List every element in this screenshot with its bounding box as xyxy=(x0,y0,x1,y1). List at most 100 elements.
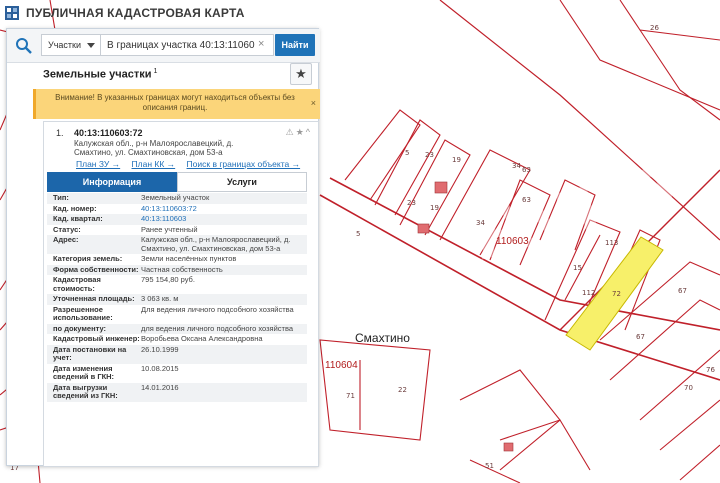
property-label: Уточненная площадь: xyxy=(53,294,135,303)
link-search-in-bounds[interactable]: Поиск в границах объекта → xyxy=(187,159,301,169)
place-label: Смахтино xyxy=(355,331,410,345)
result-links: План ЗУ → План КК → Поиск в границах объ… xyxy=(76,159,309,169)
search-scope-select[interactable]: Участки xyxy=(41,34,101,56)
link-plan-kk[interactable]: План КК → xyxy=(132,159,176,169)
property-label: Адрес: xyxy=(53,235,79,244)
property-value-link[interactable]: 40:13:110603:72 xyxy=(141,204,307,214)
property-label: Категория земель: xyxy=(53,254,123,263)
property-row: Кад. номер: 40:13:110603:72 xyxy=(47,204,307,215)
search-bar: Участки В границах участка 40:13:11060 ×… xyxy=(7,29,320,63)
block-label-110603: 110603 xyxy=(496,236,529,247)
property-value: Ранее учтенный xyxy=(141,224,198,234)
property-row: Категория земель: Земли населённых пункто… xyxy=(47,254,307,265)
property-value: 14.01.2016 xyxy=(141,382,179,392)
property-value-link[interactable]: 40:13:110603 xyxy=(141,214,307,224)
property-row: Статус: Ранее учтенный xyxy=(47,225,307,236)
property-label: Кадастровый инженер: xyxy=(53,334,140,343)
cadastral-number[interactable]: 40:13:110603:72 xyxy=(74,128,143,138)
svg-text:63: 63 xyxy=(522,166,531,174)
property-row: Кадастровый инженер: Воробьева Оксана Але… xyxy=(47,334,307,345)
svg-text:70: 70 xyxy=(684,384,693,392)
clear-icon[interactable]: × xyxy=(258,39,264,50)
card-tools-icons[interactable]: ⚠★^ xyxy=(286,127,312,138)
search-scope-value: Участки xyxy=(48,40,81,50)
property-value: Земли населённых пунктов xyxy=(141,254,237,263)
svg-text:34: 34 xyxy=(476,219,485,227)
tab-bar: Информация Услуги xyxy=(47,172,307,192)
svg-text:51: 51 xyxy=(485,462,494,470)
property-row: Кад. квартал: 40:13:110603 xyxy=(47,214,307,225)
block-label-110604: 110604 xyxy=(325,360,358,371)
svg-text:22: 22 xyxy=(398,386,407,394)
svg-text:113: 113 xyxy=(605,239,618,247)
property-value: 3 063 кв. м xyxy=(141,294,179,303)
tab-services[interactable]: Услуги xyxy=(177,172,307,192)
property-value: Для ведения личного подсобного хозяйства xyxy=(141,304,294,314)
properties-table: Тип: Земельный участок Кад. номер: 40:13:1… xyxy=(47,193,307,402)
property-value: 795 154,80 руб. xyxy=(141,275,195,284)
logo-icon xyxy=(5,6,19,20)
star-icon[interactable]: ★ xyxy=(290,63,312,85)
section-title: Земельные участки 1 xyxy=(43,68,157,81)
svg-text:5: 5 xyxy=(356,230,360,238)
svg-text:72: 72 xyxy=(612,290,621,298)
property-label: Тип: xyxy=(53,193,69,202)
svg-text:67: 67 xyxy=(636,333,645,341)
property-label: по документу: xyxy=(53,323,107,333)
svg-text:15: 15 xyxy=(573,264,582,272)
svg-text:23: 23 xyxy=(407,199,416,207)
property-value: Калужская обл., р-н Малоярославецкий, д.… xyxy=(141,235,291,253)
search-button[interactable]: Найти xyxy=(275,34,315,56)
property-row: Форма собственности: Частная собственност… xyxy=(47,264,307,275)
property-label: Кадастровая стоимость: xyxy=(53,275,101,293)
property-label: Статус: xyxy=(53,224,81,234)
app-title: ПУБЛИЧНАЯ КАДАСТРОВАЯ КАРТА xyxy=(26,6,245,20)
property-row: Тип: Земельный участок xyxy=(47,193,307,204)
svg-text:71: 71 xyxy=(346,392,355,400)
search-input[interactable]: В границах участка 40:13:11060 xyxy=(101,34,274,56)
link-plan-zu[interactable]: План ЗУ → xyxy=(76,159,120,169)
property-value: 10.08.2015 xyxy=(141,363,179,373)
svg-text:67: 67 xyxy=(678,287,687,295)
property-value: Частная собственность xyxy=(141,264,223,274)
property-value: для ведения личного подсобного хозяйства xyxy=(141,323,294,333)
svg-text:112: 112 xyxy=(582,289,595,297)
result-address: Калужская обл., р-н Малоярославецкий, д.… xyxy=(74,139,234,157)
search-results-panel: Участки В границах участка 40:13:11060 ×… xyxy=(6,28,320,467)
svg-text:19: 19 xyxy=(430,204,439,212)
property-value: 26.10.1999 xyxy=(141,344,179,354)
property-row: Дата постановки на учет: 26.10.1999 xyxy=(47,344,307,364)
property-row: Кадастровая стоимость: 795 154,80 руб. xyxy=(47,275,307,294)
property-label: Дата постановки на учет: xyxy=(53,344,127,362)
search-icon[interactable] xyxy=(15,37,33,55)
property-value: Земельный участок xyxy=(141,193,210,202)
property-row: по документу: для ведения личного подсобн… xyxy=(47,323,307,334)
property-row: Уточненная площадь: 3 063 кв. м xyxy=(47,294,307,305)
svg-text:34: 34 xyxy=(512,162,521,170)
property-label: Разрешенное использование: xyxy=(53,304,113,322)
chevron-down-icon xyxy=(87,43,95,48)
property-row: Дата выгрузки сведений из ГКН: 14.01.2016 xyxy=(47,382,307,402)
property-label: Кад. квартал: xyxy=(53,214,103,223)
property-label: Кад. номер: xyxy=(53,203,97,213)
property-row: Разрешенное использование: Для ведения ли… xyxy=(47,305,307,324)
property-row: Адрес: Калужская обл., р-н Малоярославецк… xyxy=(47,235,307,254)
section-title-text: Земельные участки xyxy=(43,68,152,81)
app-header: ПУБЛИЧНАЯ КАДАСТРОВАЯ КАРТА xyxy=(0,0,330,26)
close-icon[interactable]: × xyxy=(311,98,316,108)
property-value: Воробьева Оксана Александровна xyxy=(141,334,263,343)
result-card: 1. 40:13:110603:72 ⚠★^ Калужская обл., р… xyxy=(43,121,319,467)
property-label: Дата изменения сведений в ГКН: xyxy=(53,363,115,381)
result-count: 1 xyxy=(153,68,158,75)
svg-text:5: 5 xyxy=(405,149,409,157)
property-label: Дата выгрузки сведений из ГКН: xyxy=(53,382,118,400)
property-label: Форма собственности: xyxy=(53,264,139,274)
svg-text:26: 26 xyxy=(650,24,659,32)
svg-text:76: 76 xyxy=(706,366,715,374)
svg-text:23: 23 xyxy=(425,151,434,159)
warning-banner: Внимание! В указанных границах могут нах… xyxy=(33,89,320,119)
tab-info[interactable]: Информация xyxy=(47,172,177,192)
svg-text:63: 63 xyxy=(522,196,531,204)
svg-text:19: 19 xyxy=(452,156,461,164)
warning-text: Внимание! В указанных границах могут нах… xyxy=(55,93,295,112)
